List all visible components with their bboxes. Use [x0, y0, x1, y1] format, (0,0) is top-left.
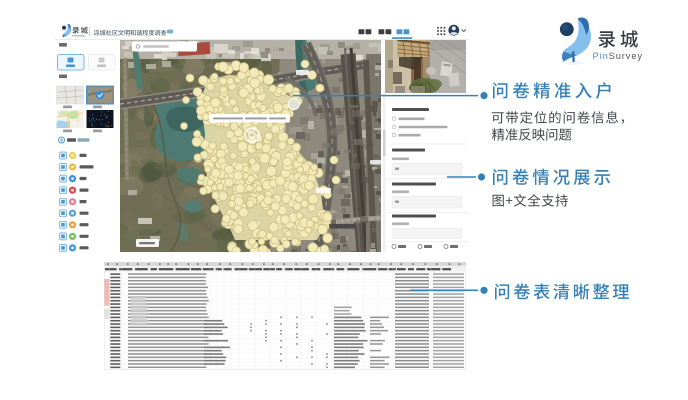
svg-text:PinSurvey: PinSurvey [593, 51, 643, 61]
